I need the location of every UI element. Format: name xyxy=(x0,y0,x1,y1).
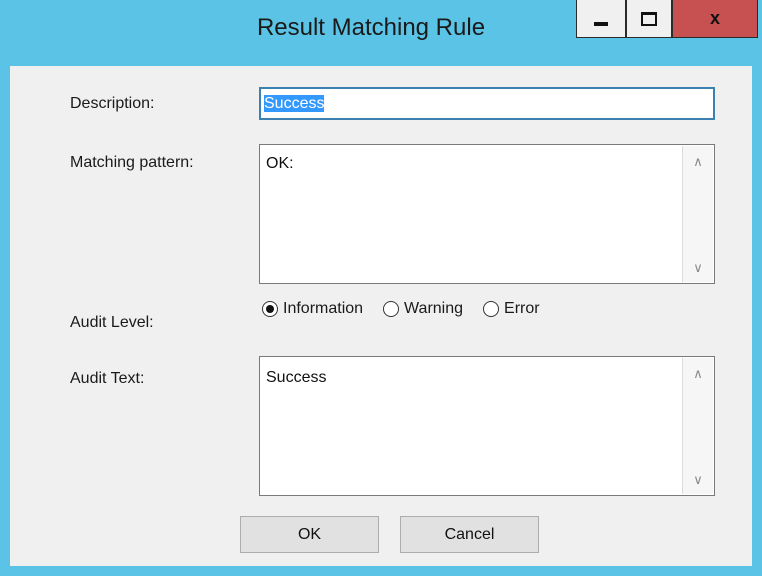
chevron-up-icon[interactable]: ∧ xyxy=(683,154,713,170)
audit-text-textarea[interactable]: Success ∧ ∨ xyxy=(259,356,715,496)
radio-checked-icon[interactable] xyxy=(262,301,278,317)
radio-information-label: Information xyxy=(283,300,364,317)
dialog-window: Result Matching Rule x Description: Succ… xyxy=(0,0,762,576)
description-label: Description: xyxy=(70,95,155,112)
dialog-content: Description: Success Matching pattern: O… xyxy=(10,66,752,566)
radio-error-label: Error xyxy=(504,300,540,317)
ok-button[interactable]: OK xyxy=(240,516,379,553)
radio-error[interactable]: Error xyxy=(483,300,540,318)
radio-warning-label: Warning xyxy=(404,300,464,317)
radio-unchecked-icon[interactable] xyxy=(483,301,500,317)
radio-warning[interactable]: Warning xyxy=(383,300,463,318)
matching-pattern-scrollbar[interactable]: ∧ ∨ xyxy=(682,146,713,282)
radio-dot-icon xyxy=(266,305,274,313)
chevron-down-icon[interactable]: ∨ xyxy=(683,260,713,276)
audit-level-label: Audit Level: xyxy=(70,314,154,331)
minimize-button[interactable] xyxy=(576,0,626,38)
maximize-button[interactable] xyxy=(626,0,672,38)
chevron-up-icon[interactable]: ∧ xyxy=(683,366,713,382)
matching-pattern-value: OK: xyxy=(266,155,294,172)
close-button[interactable]: x xyxy=(672,0,758,38)
chevron-down-icon[interactable]: ∨ xyxy=(683,472,713,488)
maximize-icon xyxy=(641,11,657,26)
radio-unchecked-icon[interactable] xyxy=(383,301,400,317)
audit-level-radio-group: Information Warning Error xyxy=(262,300,560,318)
cancel-button[interactable]: Cancel xyxy=(400,516,539,553)
close-icon: x xyxy=(709,8,720,28)
matching-pattern-label: Matching pattern: xyxy=(70,154,194,171)
title-bar[interactable]: Result Matching Rule x xyxy=(0,0,762,66)
audit-text-scrollbar[interactable]: ∧ ∨ xyxy=(682,358,713,494)
audit-text-label: Audit Text: xyxy=(70,370,145,387)
description-input[interactable]: Success xyxy=(259,87,715,120)
audit-text-value: Success xyxy=(266,369,327,386)
matching-pattern-textarea[interactable]: OK: ∧ ∨ xyxy=(259,144,715,284)
radio-information[interactable]: Information xyxy=(262,300,363,318)
minimize-icon xyxy=(594,21,608,26)
description-value: Success xyxy=(264,95,325,112)
